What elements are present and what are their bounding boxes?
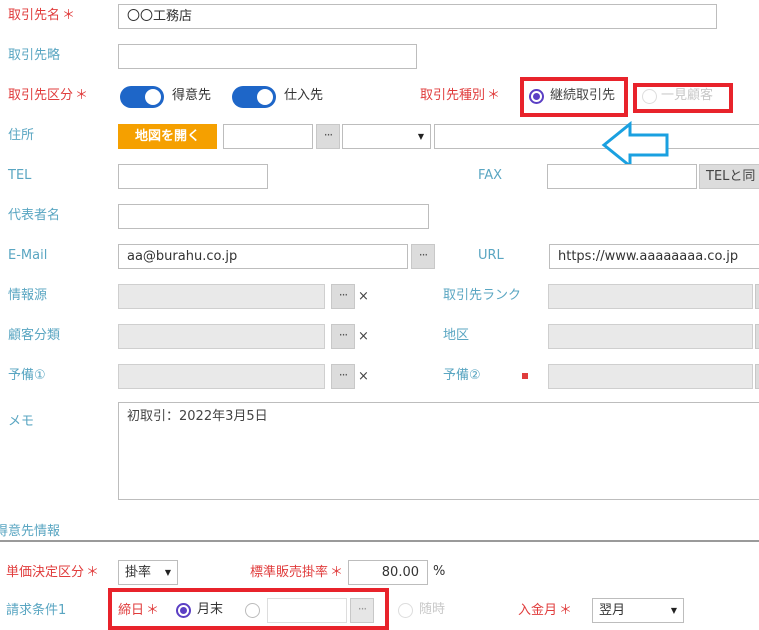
postal-input[interactable] <box>223 124 313 149</box>
rate-unit: % <box>433 564 446 579</box>
tel-input[interactable] <box>118 164 268 189</box>
closing-label: 締日＊ <box>118 603 160 618</box>
region-lookup-button[interactable] <box>755 324 759 349</box>
url-input[interactable]: https://www.aaaaaaaa.co.jp <box>549 244 759 269</box>
rank-input[interactable] <box>548 284 753 309</box>
kind-continuous-label: 継続取引先 <box>550 88 616 103</box>
abbr-input[interactable] <box>118 44 417 69</box>
closing-month-end-label: 月末 <box>197 602 224 617</box>
category-lookup-button[interactable]: ··· <box>331 324 355 349</box>
closing-day-radio[interactable] <box>245 603 260 618</box>
source-label: 情報源 <box>8 288 48 303</box>
url-label: URL <box>478 248 504 263</box>
memo-label: メモ <box>8 414 35 429</box>
kind-once-radio[interactable] <box>642 89 657 104</box>
kind-continuous-radio[interactable] <box>529 89 544 104</box>
same-as-tel-button[interactable]: TELと同 <box>699 164 759 189</box>
payment-month-select[interactable]: 翌月 ▼ <box>592 598 684 623</box>
address-label: 住所 <box>8 128 35 143</box>
spare2-input[interactable] <box>548 364 753 389</box>
section-title: 得意先情報 <box>0 524 61 539</box>
closing-day-input[interactable] <box>267 598 347 623</box>
abbr-label: 取引先略 <box>8 48 61 63</box>
kind-label: 取引先種別＊ <box>420 88 501 103</box>
price-method-select[interactable]: 掛率 ▼ <box>118 560 178 585</box>
rep-input[interactable] <box>118 204 429 229</box>
postal-lookup-button[interactable]: ··· <box>316 124 340 149</box>
closing-asneeded-radio[interactable] <box>398 603 413 618</box>
spare1-lookup-button[interactable]: ··· <box>331 364 355 389</box>
fax-input[interactable] <box>547 164 697 189</box>
rank-lookup-button[interactable] <box>755 284 759 309</box>
email-action-button[interactable]: ··· <box>411 244 435 269</box>
source-input[interactable] <box>118 284 325 309</box>
rate-label: 標準販売掛率＊ <box>250 565 344 580</box>
tel-label: TEL <box>8 168 32 183</box>
closing-asneeded-label: 随時 <box>419 602 446 617</box>
arrow-left-icon <box>601 120 669 170</box>
required-dot <box>522 373 528 379</box>
category-label: 顧客分類 <box>8 328 61 343</box>
closing-month-end-radio[interactable] <box>176 603 191 618</box>
prefecture-select[interactable]: ▼ <box>342 124 431 149</box>
billing-label: 請求条件1 <box>6 603 67 618</box>
spare2-label: 予備② <box>443 368 481 383</box>
rank-label: 取引先ランク <box>443 288 522 303</box>
kind-once-label: 一見顧客 <box>661 88 714 103</box>
region-input[interactable] <box>548 324 753 349</box>
supplier-toggle-label: 仕入先 <box>284 88 324 103</box>
spare1-clear-button[interactable]: × <box>358 364 369 389</box>
spare1-input[interactable] <box>118 364 325 389</box>
closing-day-lookup-button[interactable]: ··· <box>350 598 374 623</box>
spare2-lookup-button[interactable] <box>755 364 759 389</box>
type-label: 取引先区分＊ <box>8 88 89 103</box>
region-label: 地区 <box>443 328 470 343</box>
address-input[interactable] <box>434 124 759 149</box>
customer-toggle[interactable] <box>120 86 164 108</box>
memo-textarea[interactable]: 初取引：2022年3月5日 <box>118 402 759 500</box>
customer-toggle-label: 得意先 <box>172 88 212 103</box>
email-label: E-Mail <box>8 248 48 263</box>
rep-label: 代表者名 <box>8 208 61 223</box>
category-clear-button[interactable]: × <box>358 324 369 349</box>
fax-label: FAX <box>478 168 503 183</box>
email-input[interactable]: aa@burahu.co.jp <box>118 244 408 269</box>
source-clear-button[interactable]: × <box>358 284 369 309</box>
category-input[interactable] <box>118 324 325 349</box>
name-input[interactable]: 〇〇工務店 <box>118 4 717 29</box>
supplier-toggle[interactable] <box>232 86 276 108</box>
payment-month-label: 入金月＊ <box>518 603 573 618</box>
name-label: 取引先名＊ <box>8 8 76 23</box>
rate-input[interactable]: 80.00 <box>348 560 428 585</box>
spare1-label: 予備① <box>8 368 46 383</box>
price-method-label: 単価決定区分＊ <box>6 565 100 580</box>
open-map-button[interactable]: 地図を開く <box>118 124 217 149</box>
section-divider <box>0 540 759 542</box>
source-lookup-button[interactable]: ··· <box>331 284 355 309</box>
